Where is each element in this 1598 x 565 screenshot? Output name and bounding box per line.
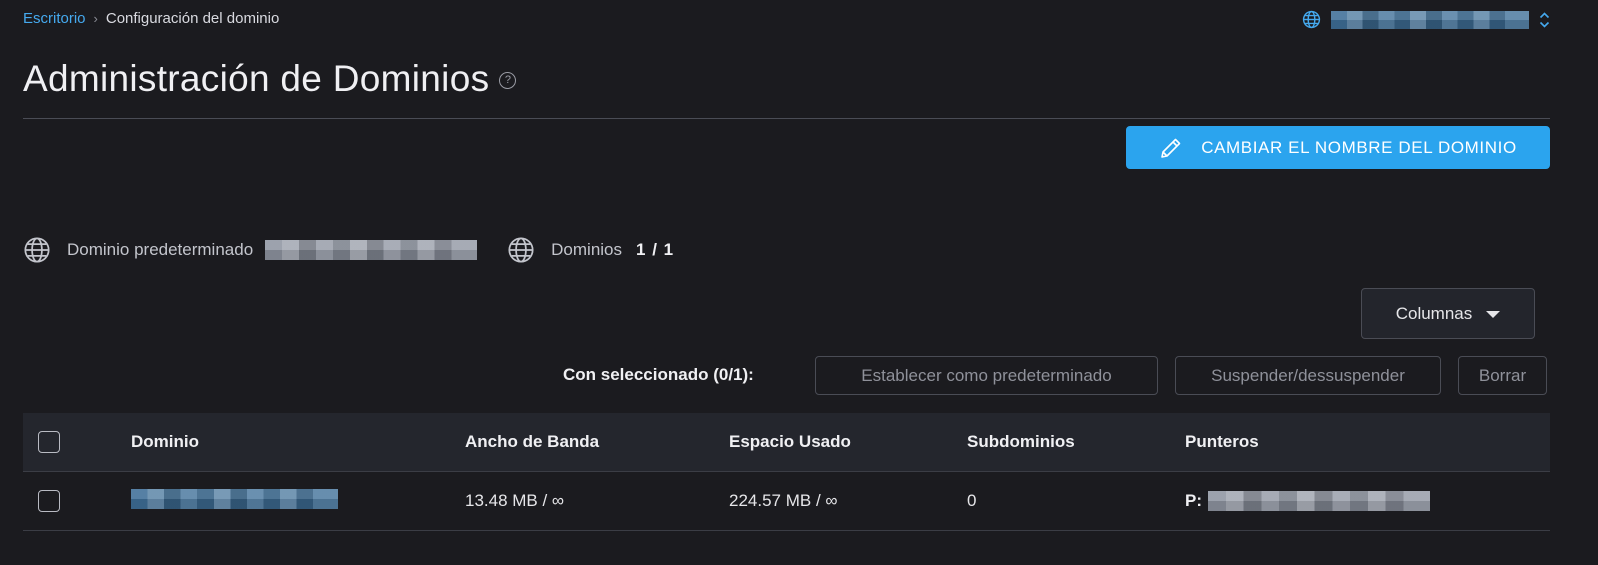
set-default-button[interactable]: Establecer como predeterminado xyxy=(815,356,1158,395)
suspend-button[interactable]: Suspender/dessuspender xyxy=(1175,356,1441,395)
row-domain-cell xyxy=(131,488,465,514)
column-header-domain[interactable]: Dominio xyxy=(131,432,465,452)
breadcrumb: Escritorio › Configuración del dominio xyxy=(23,10,279,27)
row-pointers-redacted xyxy=(1208,491,1430,511)
row-bandwidth: 13.48 MB / ∞ xyxy=(465,491,565,510)
columns-label: Columnas xyxy=(1395,303,1473,323)
columns-dropdown-button[interactable]: Columnas xyxy=(1361,288,1535,339)
domains-count: 1 / 1 xyxy=(636,240,675,259)
rename-domain-button[interactable]: CAMBIAR EL NOMBRE DEL DOMINIO xyxy=(1126,126,1550,169)
domain-management-page: Escritorio › Configuración del dominio A… xyxy=(0,0,1598,565)
globe-icon xyxy=(1302,10,1321,29)
table-header: Dominio Ancho de Banda Espacio Usado Sub… xyxy=(23,413,1550,472)
row-pointers-cell: P: xyxy=(1185,491,1550,511)
select-all-checkbox[interactable] xyxy=(38,431,60,453)
rename-domain-label: CAMBIAR EL NOMBRE DEL DOMINIO xyxy=(1201,137,1517,157)
domains-label: Dominios xyxy=(551,240,623,259)
page-title: Administración de Dominios xyxy=(23,58,490,99)
column-header-subdomains[interactable]: Subdominios xyxy=(967,432,1185,452)
breadcrumb-separator: › xyxy=(93,11,98,26)
pointer-prefix: P: xyxy=(1185,491,1202,510)
pencil-icon xyxy=(1159,136,1183,160)
breadcrumb-home-link[interactable]: Escritorio xyxy=(23,10,86,27)
row-select-cell xyxy=(23,490,131,512)
delete-button[interactable]: Borrar xyxy=(1458,356,1547,395)
current-domain-redacted xyxy=(1331,10,1529,29)
caret-down-icon xyxy=(1486,311,1501,318)
select-all-cell xyxy=(23,431,131,453)
globe-icon xyxy=(23,236,51,264)
row-space-used: 224.57 MB / ∞ xyxy=(729,491,838,510)
row-checkbox[interactable] xyxy=(38,490,60,512)
domain-switcher[interactable] xyxy=(1302,10,1550,29)
column-header-space[interactable]: Espacio Usado xyxy=(729,432,967,452)
title-divider xyxy=(23,118,1550,119)
bulk-selection-label: Con seleccionado (0/1): xyxy=(563,365,754,384)
help-icon[interactable]: ? xyxy=(499,71,517,89)
domains-table: Dominio Ancho de Banda Espacio Usado Sub… xyxy=(23,413,1550,531)
default-domain-value-redacted xyxy=(265,240,478,260)
chevron-updown-icon xyxy=(1539,11,1550,28)
title-row: Administración de Dominios ? xyxy=(23,58,517,100)
domains-count-group: Dominios 1 / 1 xyxy=(507,236,674,264)
breadcrumb-current: Configuración del dominio xyxy=(105,10,280,27)
column-header-pointers[interactable]: Punteros xyxy=(1185,432,1550,452)
row-domain-link-redacted[interactable] xyxy=(131,488,338,509)
default-domain-label: Dominio predeterminado xyxy=(67,240,254,259)
row-subdomains: 0 xyxy=(967,491,977,510)
globe-icon xyxy=(507,236,535,264)
table-row: 13.48 MB / ∞ 224.57 MB / ∞ 0 P: xyxy=(23,472,1550,531)
domain-info-row: Dominio predeterminado Dominios 1 / 1 xyxy=(23,236,674,264)
column-header-bandwidth[interactable]: Ancho de Banda xyxy=(465,432,729,452)
